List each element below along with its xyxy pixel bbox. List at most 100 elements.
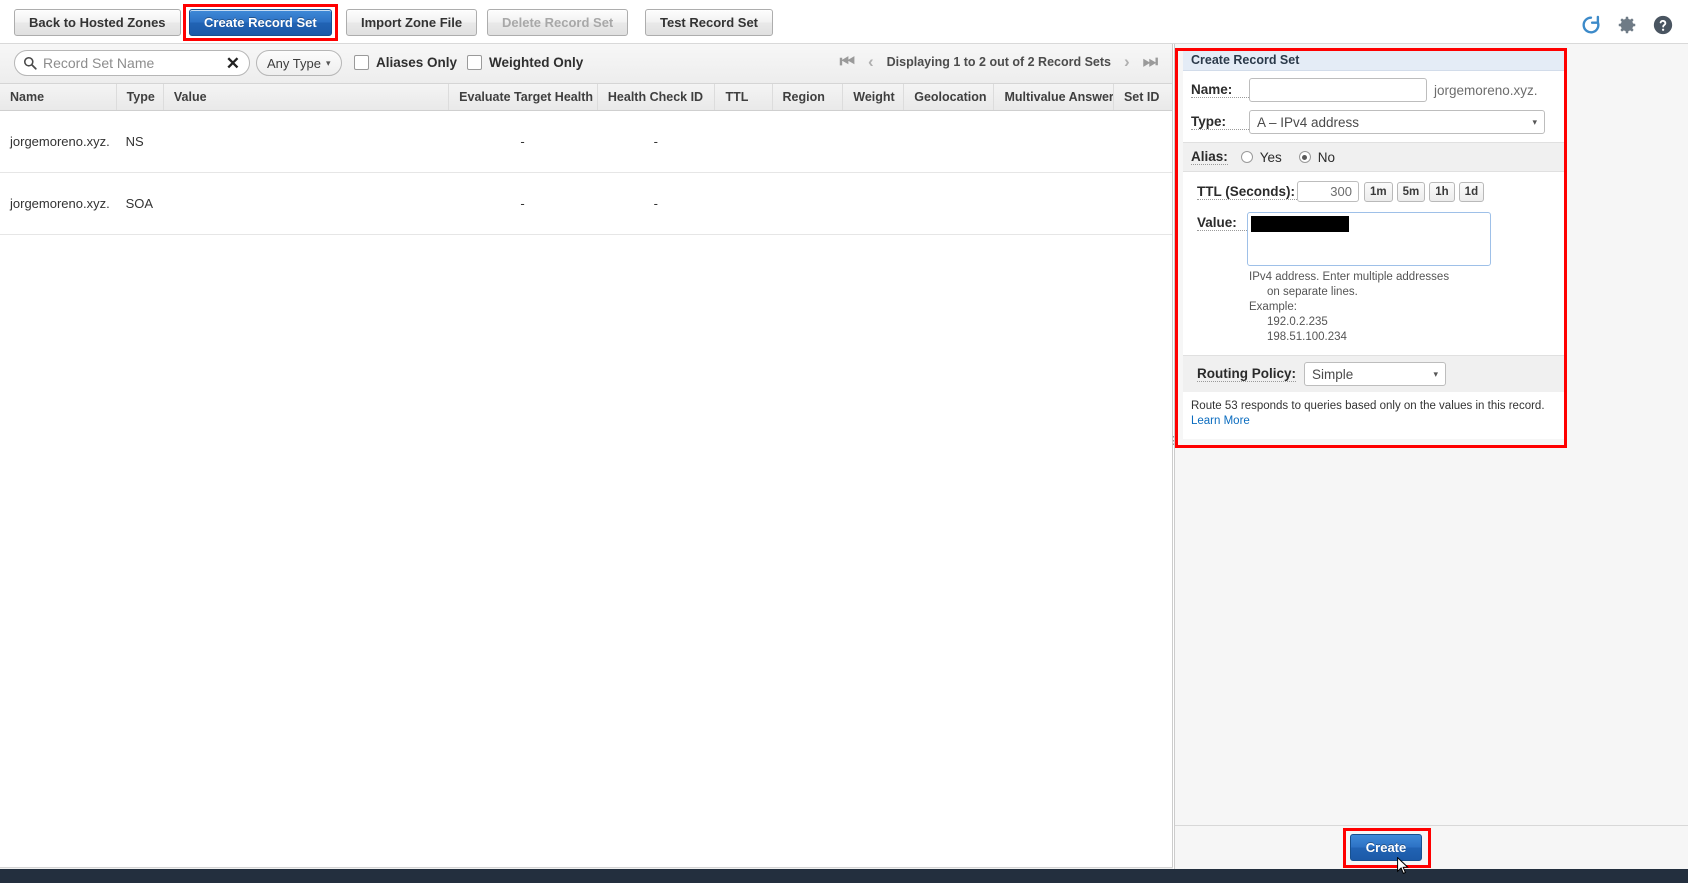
ttl-preset-1d[interactable]: 1d [1458, 181, 1485, 202]
ttl-preset-1m[interactable]: 1m [1364, 181, 1393, 202]
value-help-example-label: Example: [1249, 301, 1297, 313]
column-header[interactable]: Health Check ID [596, 84, 715, 110]
alias-label: Alias: [1191, 149, 1228, 165]
cell-type: SOA [125, 196, 154, 211]
cell-evaluate-target-health: - [520, 134, 525, 149]
prev-page-icon[interactable]: ‹ [868, 53, 874, 70]
value-help-line-1: IPv4 address. Enter multiple addresses [1249, 271, 1450, 283]
learn-more-link[interactable]: Learn More [1191, 415, 1250, 427]
checkbox-box[interactable] [354, 55, 369, 70]
ttl-row: TTL (Seconds): 1m5m1h1d [1183, 172, 1567, 202]
value-textarea[interactable] [1247, 212, 1491, 266]
aliases-only-label: Aliases Only [376, 55, 458, 70]
routing-policy-select[interactable]: Simple ▾ [1304, 362, 1446, 386]
record-sets-pane: ✕ Any Type ▾ Aliases Only Weighted Only … [0, 44, 1173, 883]
column-header[interactable]: Weight [842, 84, 903, 110]
cell-type: NS [125, 134, 144, 149]
next-page-icon[interactable]: › [1124, 53, 1130, 70]
create-record-set-panel: Create Record Set Name: jorgemoreno.xyz.… [1174, 44, 1688, 883]
delete-record-set-button: Delete Record Set [487, 9, 629, 36]
cell-name: jorgemoreno.xyz. [10, 196, 110, 211]
toolbar-icon-group [1580, 14, 1674, 36]
cell-health-check-id: - [653, 134, 658, 149]
column-header[interactable]: Value [162, 84, 448, 110]
ttl-input[interactable] [1297, 181, 1359, 202]
table-row[interactable]: jorgemoreno.xyz. NS - - [0, 111, 1172, 173]
type-field-row: Type: A – IPv4 address ▾ [1183, 102, 1567, 142]
table-row[interactable]: jorgemoreno.xyz. SOA - - [0, 173, 1172, 235]
column-header[interactable]: Evaluate Target Health [448, 84, 597, 110]
filter-bar: ✕ Any Type ▾ Aliases Only Weighted Only … [0, 44, 1172, 84]
bottom-bar [0, 869, 1688, 883]
column-header[interactable]: Multivalue Answer [993, 84, 1113, 110]
cell-name: jorgemoreno.xyz. [10, 134, 110, 149]
panel-body: Name: jorgemoreno.xyz. Type: A – IPv4 ad… [1183, 71, 1567, 439]
routing-policy-label: Routing Policy: [1197, 366, 1296, 382]
value-example-2: 198.51.100.234 [1267, 331, 1347, 343]
clear-search-icon[interactable]: ✕ [226, 54, 240, 73]
name-input[interactable] [1249, 78, 1427, 102]
cell-evaluate-target-health: - [520, 196, 525, 211]
weighted-only-label: Weighted Only [489, 55, 584, 70]
record-table-header: Name Type Value Evaluate Target Health Healt… [0, 84, 1172, 111]
routing-policy-note: Route 53 responds to queries based only … [1183, 392, 1567, 439]
create-record-set-button[interactable]: Create Record Set [189, 9, 332, 36]
first-page-icon[interactable]: ⏮ [840, 53, 855, 70]
help-icon[interactable] [1652, 14, 1674, 36]
refresh-icon[interactable] [1580, 14, 1602, 36]
alias-yes-label: Yes [1259, 149, 1282, 165]
value-help-text: IPv4 address. Enter multiple addresses o… [1183, 266, 1567, 355]
panel-title: Create Record Set [1183, 50, 1567, 71]
value-example-1: 192.0.2.235 [1267, 316, 1328, 328]
value-row: Value: [1183, 202, 1567, 266]
test-record-set-button[interactable]: Test Record Set [645, 9, 774, 36]
type-select-value: A – IPv4 address [1257, 114, 1360, 130]
type-filter-label: Any Type [267, 55, 321, 71]
chevron-down-icon: ▾ [1433, 368, 1438, 379]
search-box[interactable]: ✕ [14, 50, 250, 76]
search-icon [23, 56, 37, 70]
name-field-row: Name: jorgemoreno.xyz. [1183, 71, 1567, 102]
import-zone-file-button[interactable]: Import Zone File [346, 9, 478, 36]
type-label: Type: [1191, 114, 1249, 130]
column-header[interactable]: Geolocation [903, 84, 993, 110]
action-toolbar: Back to Hosted Zones Create Record Set I… [0, 0, 1688, 44]
last-page-icon[interactable]: ⏭ [1143, 53, 1158, 70]
column-header[interactable]: Set ID [1112, 84, 1172, 110]
ttl-preset-1h[interactable]: 1h [1429, 181, 1455, 202]
cell-health-check-id: - [653, 196, 658, 211]
alias-yes-radio[interactable] [1240, 151, 1253, 163]
chevron-down-icon: ▾ [1532, 116, 1537, 127]
aliases-only-checkbox[interactable]: Aliases Only [354, 55, 457, 70]
alias-row: Alias: Yes No [1183, 142, 1567, 172]
routing-policy-value: Simple [1312, 366, 1354, 382]
alias-no-radio[interactable] [1298, 151, 1311, 163]
routing-policy-row: Routing Policy: Simple ▾ [1183, 355, 1567, 392]
panel-container: Create Record Set Name: jorgemoreno.xyz.… [1183, 50, 1567, 439]
weighted-only-checkbox[interactable]: Weighted Only [467, 55, 583, 70]
back-to-hosted-zones-button[interactable]: Back to Hosted Zones [14, 9, 181, 36]
search-input[interactable] [41, 54, 216, 72]
column-header[interactable]: Region [771, 84, 843, 110]
name-label: Name: [1191, 82, 1249, 98]
pagination-status: Displaying 1 to 2 out of 2 Record Sets [886, 54, 1112, 69]
type-select[interactable]: A – IPv4 address ▾ [1249, 110, 1545, 134]
panel-footer: Create [1175, 825, 1688, 875]
alias-no-label: No [1317, 149, 1336, 165]
column-header[interactable]: TTL [714, 84, 771, 110]
ttl-label: TTL (Seconds): [1197, 183, 1297, 200]
create-button[interactable]: Create [1350, 834, 1422, 861]
redacted-value [1251, 216, 1349, 232]
column-header[interactable]: Type [115, 84, 163, 110]
gear-icon[interactable] [1616, 14, 1638, 36]
value-label: Value: [1197, 215, 1247, 231]
routing-policy-note-text: Route 53 responds to queries based only … [1191, 400, 1545, 412]
zone-suffix-label: jorgemoreno.xyz. [1434, 82, 1538, 98]
checkbox-box[interactable] [467, 55, 482, 70]
column-header[interactable]: Name [0, 84, 116, 110]
ttl-preset-5m[interactable]: 5m [1396, 181, 1426, 202]
type-filter-dropdown[interactable]: Any Type ▾ [256, 50, 342, 76]
pagination-controls: ⏮ ‹ Displaying 1 to 2 out of 2 Record Se… [840, 53, 1158, 70]
record-table-body: jorgemoreno.xyz. NS - - jorgemoreno.xyz. SOA -… [0, 111, 1172, 235]
route53-console: Back to Hosted Zones Create Record Set I… [0, 0, 1688, 883]
